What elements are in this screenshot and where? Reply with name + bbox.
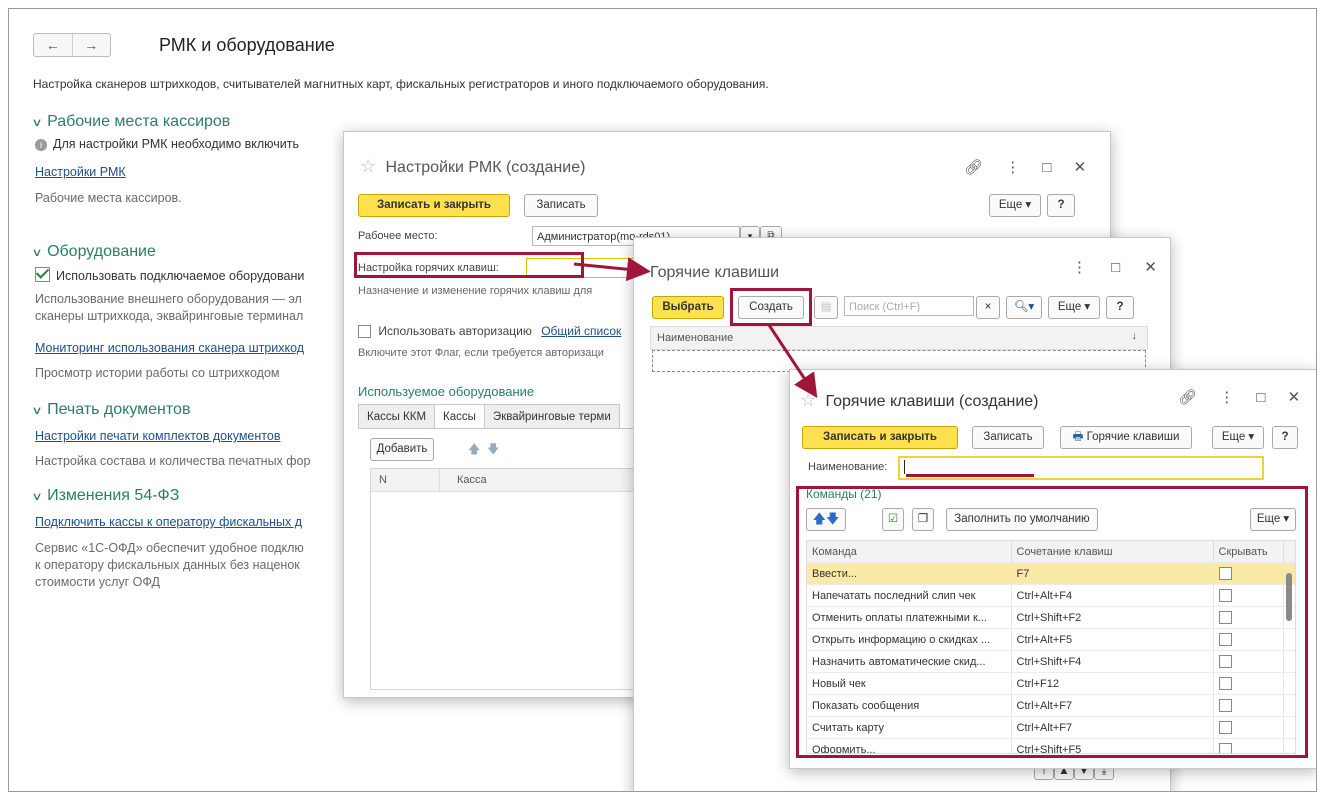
arrow-to-hotkeys-list — [573, 257, 651, 282]
arrow-to-hotkeys-create — [767, 324, 818, 399]
main-frame: ← → РМК и оборудование Настройка сканеро… — [8, 8, 1317, 792]
annotation-arrows — [573, 257, 818, 399]
